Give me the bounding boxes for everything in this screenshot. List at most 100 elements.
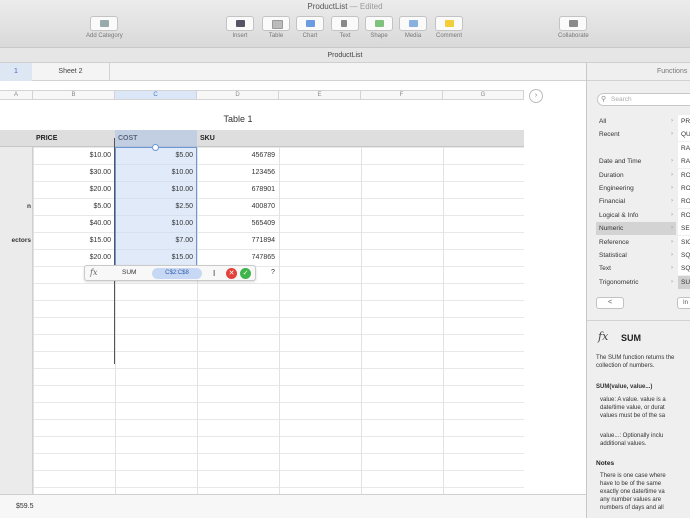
function-list-item[interactable]: SQR <box>678 262 690 276</box>
sku-cell[interactable]: 123456 <box>197 164 279 181</box>
status-sum-value: $59.5 <box>16 503 34 510</box>
tab-sheet-1[interactable]: 1 <box>0 63 32 81</box>
column-header-c[interactable]: C <box>115 90 197 100</box>
price-cell[interactable]: $15.00 <box>33 232 115 249</box>
previous-button[interactable]: < <box>596 297 624 309</box>
column-header-e[interactable]: E <box>279 90 361 100</box>
sku-cell[interactable]: 456789 <box>197 147 279 164</box>
list-item: Financial›ROU <box>596 195 690 209</box>
column-header-b[interactable]: B <box>33 90 115 100</box>
list-item: Date and Time›RAN <box>596 155 690 169</box>
row-label[interactable] <box>0 215 33 232</box>
category-financial[interactable]: Financial › <box>596 195 676 208</box>
header-price[interactable]: PRICE <box>33 130 115 147</box>
row-label[interactable] <box>0 147 33 164</box>
chart-button[interactable]: Chart <box>296 16 324 39</box>
column-header-a[interactable]: A <box>0 90 33 100</box>
price-cell[interactable]: $20.00 <box>33 249 115 266</box>
price-cell[interactable]: $40.00 <box>33 215 115 232</box>
price-cell[interactable]: $5.00 <box>33 198 115 215</box>
cost-cell[interactable]: $10.00 <box>115 181 197 198</box>
category-trigonometric[interactable]: Trigonometric › <box>596 276 676 289</box>
table-row: $40.00 $10.00 565409 <box>0 215 524 232</box>
price-cell[interactable]: $30.00 <box>33 164 115 181</box>
category-logical-info[interactable]: Logical & Info › <box>596 209 676 222</box>
cost-cell[interactable]: $7.00 <box>115 232 197 249</box>
function-list-item[interactable]: ROU <box>678 208 690 222</box>
sku-cell[interactable]: 747865 <box>197 249 279 266</box>
cost-cell[interactable]: $2.50 <box>115 198 197 215</box>
text-button[interactable]: Text <box>331 16 359 39</box>
row-label[interactable]: ectors <box>0 232 33 249</box>
collaborate-button[interactable]: Collaborate <box>558 16 589 39</box>
sku-cell[interactable]: 771894 <box>197 232 279 249</box>
list-item: RAD <box>596 141 690 155</box>
category-all[interactable]: All › <box>596 115 676 128</box>
function-icon: fx <box>598 330 609 343</box>
function-list-item[interactable]: ROM <box>678 168 690 182</box>
category-statistical[interactable]: Statistical › <box>596 249 676 262</box>
media-button[interactable]: Media <box>399 16 427 39</box>
column-header-d[interactable]: D <box>197 90 279 100</box>
add-category-icon <box>90 16 119 31</box>
function-category-list: All›PROB Recent›QUO RAD Date and Time›RA… <box>596 115 690 289</box>
toolbar: ProductList — Edited Add Category Insert… <box>0 0 690 48</box>
column-header-f[interactable]: F <box>361 90 443 100</box>
table[interactable]: PRICE COST SKU $10.00 $5.00 456789 $30.0… <box>0 130 524 494</box>
comment-icon <box>435 16 463 31</box>
category-date-and-time[interactable]: Date and Time › <box>596 155 676 168</box>
category-duration[interactable]: Duration › <box>596 169 676 182</box>
row-label[interactable]: n <box>0 198 33 215</box>
function-search-input[interactable]: ⚲ Search <box>597 93 690 106</box>
sku-cell[interactable]: 565409 <box>197 215 279 232</box>
row-label[interactable] <box>0 164 33 181</box>
function-list-item[interactable]: SIG <box>678 235 690 249</box>
category-numeric[interactable]: Numeric › <box>596 222 676 236</box>
function-list-item[interactable]: QUO <box>678 128 690 142</box>
text-cursor-icon: I <box>213 269 216 278</box>
price-cell[interactable]: $20.00 <box>33 181 115 198</box>
category-recent[interactable]: Recent › <box>596 128 676 141</box>
formula-function-name[interactable]: SUM <box>122 269 136 276</box>
cost-cell[interactable]: $15.00 <box>115 249 197 266</box>
category-text[interactable]: Text › <box>596 262 676 275</box>
table-title[interactable]: Table 1 <box>200 114 276 124</box>
function-list-item[interactable]: ROU <box>678 181 690 195</box>
header-sku[interactable]: SKU <box>197 130 279 147</box>
selection-handle[interactable] <box>152 144 159 151</box>
cost-cell[interactable]: $10.00 <box>115 164 197 181</box>
function-list-item[interactable]: PROB <box>678 115 690 128</box>
function-list-item[interactable]: RAN <box>678 155 690 169</box>
column-header-g[interactable]: G <box>443 90 524 100</box>
add-column-button[interactable]: › <box>529 89 543 103</box>
table-button[interactable]: Table <box>262 16 290 39</box>
formula-editor[interactable]: fx SUM C$2:C$8 ✕ ✓ <box>84 265 256 281</box>
function-list-item[interactable]: ROU <box>678 195 690 209</box>
function-title: SUM <box>621 333 641 343</box>
category-reference[interactable]: Reference › <box>596 236 676 249</box>
row-label[interactable] <box>0 181 33 198</box>
function-list-item[interactable]: SER <box>678 222 690 236</box>
function-syntax: SUM(value, value...) <box>596 384 653 390</box>
category-engineering[interactable]: Engineering › <box>596 182 676 195</box>
accept-formula-button[interactable]: ✓ <box>240 268 251 279</box>
table-row: $20.00 $15.00 747865 <box>0 249 524 266</box>
cost-cell[interactable]: $10.00 <box>115 215 197 232</box>
insert-button[interactable]: Insert <box>226 16 254 39</box>
comment-button[interactable]: Comment <box>435 16 463 39</box>
function-list-item-sum[interactable]: SUM <box>678 275 690 289</box>
insert-function-button[interactable]: In <box>677 297 690 309</box>
formula-range-token[interactable]: C$2:C$8 <box>152 268 202 279</box>
shape-button[interactable]: Shape <box>365 16 393 39</box>
function-list-item[interactable]: SQR <box>678 248 690 262</box>
cancel-formula-button[interactable]: ✕ <box>226 268 237 279</box>
sku-cell[interactable]: 678901 <box>197 181 279 198</box>
search-icon: ⚲ <box>601 96 607 103</box>
tab-sheet-2[interactable]: Sheet 2 <box>32 63 110 81</box>
row-label[interactable] <box>0 249 33 266</box>
function-list-item[interactable]: RAD <box>678 141 690 155</box>
insert-label: Insert <box>232 33 248 39</box>
add-category-button[interactable]: Add Category <box>86 16 123 39</box>
sku-cell[interactable]: 400870 <box>197 198 279 215</box>
price-cell[interactable]: $10.00 <box>33 147 115 164</box>
